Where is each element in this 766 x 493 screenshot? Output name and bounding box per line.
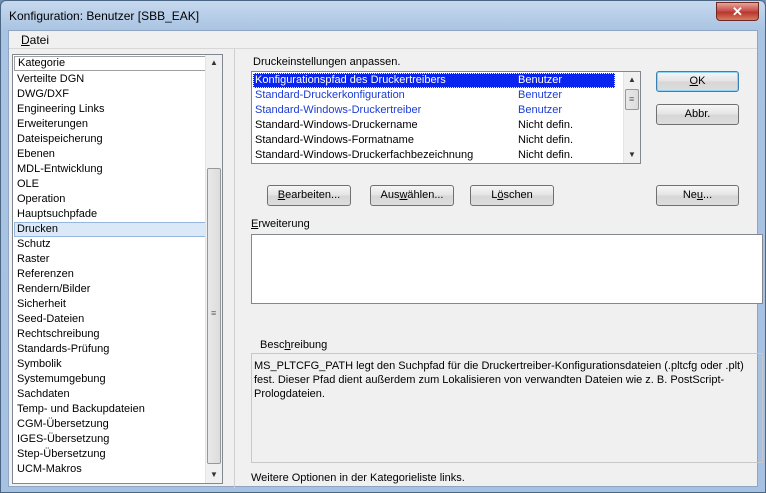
settings-row[interactable]: Standard-Windows-Formatname Nicht defin.	[253, 133, 615, 148]
category-item[interactable]: OLE	[14, 177, 206, 192]
extension-label-text: rweiterung	[258, 218, 310, 230]
title-bar[interactable]: Konfiguration: Benutzer [SBB_EAK] ✕	[1, 1, 765, 31]
window-title: Konfiguration: Benutzer [SBB_EAK]	[9, 9, 200, 23]
settings-scrollbar[interactable]: ▲ ≡ ▼	[623, 72, 640, 163]
scroll-down-icon[interactable]: ▼	[206, 467, 222, 483]
category-item[interactable]: Rendern/Bilder	[14, 282, 206, 297]
delete-button[interactable]: Löschen	[470, 185, 554, 206]
category-item[interactable]: Schutz	[14, 237, 206, 252]
setting-value: Benutzer	[518, 89, 563, 101]
category-scrollbar[interactable]: ▲ ≡ ▼	[205, 55, 222, 483]
description-text: MS_PLTCFG_PATH legt den Suchpfad für die…	[254, 360, 744, 400]
setting-name: Standard-Windows-Formatname	[255, 134, 414, 146]
select-label-pre: Aus	[380, 189, 400, 201]
category-item[interactable]: Referenzen	[14, 267, 206, 282]
category-item[interactable]: Operation	[14, 192, 206, 207]
scrollbar-thumb[interactable]: ≡	[207, 168, 221, 464]
category-item[interactable]: Verteilte DGN	[14, 72, 206, 87]
category-item[interactable]: MDL-Entwicklung	[14, 162, 206, 177]
setting-value: Nicht defin.	[518, 119, 574, 131]
category-column-header[interactable]: Kategorie	[14, 56, 206, 71]
menu-file[interactable]: Datei	[21, 33, 49, 47]
settings-row[interactable]: Standard-Druckerkonfiguration Benutzer	[253, 88, 615, 103]
category-item[interactable]: Raster	[14, 252, 206, 267]
setting-name: Standard-Windows-Druckertreiber	[255, 104, 422, 116]
settings-row[interactable]: Standard-Windows-Druckername Nicht defin.	[253, 118, 615, 133]
footer-hint: Weitere Optionen in der Kategorieliste l…	[251, 472, 465, 484]
new-label-pre: Ne	[682, 189, 697, 201]
category-item[interactable]: Hauptsuchpfade	[14, 207, 206, 222]
ok-mnemonic: O	[689, 75, 699, 87]
category-item[interactable]: Temp- und Backupdateien	[14, 402, 206, 417]
extension-label: Erweiterung	[251, 218, 310, 230]
description-label: Beschreibung	[258, 339, 330, 351]
dialog-client: Datei Kategorie Verteilte DGN DWG/DXF Engi…	[8, 30, 763, 488]
category-item[interactable]: Dateispeicherung	[14, 132, 206, 147]
category-item[interactable]: Standards-Prüfung	[14, 342, 206, 357]
setting-value: Benutzer	[518, 74, 563, 86]
menu-file-mnemonic: D	[21, 33, 30, 47]
scroll-down-icon[interactable]: ▼	[624, 147, 640, 163]
ok-button[interactable]: OK	[656, 71, 739, 92]
category-item[interactable]: Sicherheit	[14, 297, 206, 312]
category-item[interactable]: IGES-Übersetzung	[14, 432, 206, 447]
setting-name: Standard-Druckerkonfiguration	[255, 89, 405, 101]
select-button[interactable]: Auswählen...	[370, 185, 454, 206]
menu-bar: Datei	[9, 31, 757, 49]
scroll-up-icon[interactable]: ▲	[624, 72, 640, 88]
new-button[interactable]: Neu...	[656, 185, 739, 206]
category-item[interactable]: Systemumgebung	[14, 372, 206, 387]
dialog-window: Konfiguration: Benutzer [SBB_EAK] ✕ Date…	[0, 0, 766, 493]
category-item[interactable]: Engineering Links	[14, 102, 206, 117]
scrollbar-thumb[interactable]: ≡	[625, 89, 639, 110]
category-list[interactable]: Kategorie Verteilte DGN DWG/DXF Engineerin…	[12, 54, 223, 484]
grip-icon: ≡	[629, 94, 635, 104]
edit-label: earbeiten...	[285, 189, 341, 201]
settings-row[interactable]: Standard-Windows-Druckerfachbezeichnung N…	[253, 148, 615, 163]
setting-value: Nicht defin.	[518, 134, 574, 146]
category-item[interactable]: Rechtschreibung	[14, 327, 206, 342]
scroll-up-icon[interactable]: ▲	[206, 55, 222, 71]
setting-name: Standard-Windows-Druckername	[255, 119, 418, 131]
pane-divider[interactable]	[234, 49, 235, 488]
category-item[interactable]: UCM-Makros	[14, 462, 206, 477]
setting-name: Konfigurationspfad des Druckertreibers	[255, 74, 446, 86]
cancel-button[interactable]: Abbr.	[656, 104, 739, 125]
settings-list[interactable]: Konfigurationspfad des Druckertreibers Be…	[251, 71, 641, 164]
ok-label: K	[698, 75, 706, 87]
menu-file-label: atei	[29, 33, 50, 47]
setting-name: Standard-Windows-Druckerfachbezeichnung	[255, 149, 474, 161]
category-item[interactable]: Sachdaten	[14, 387, 206, 402]
setting-value: Nicht defin.	[518, 149, 574, 161]
category-item[interactable]: DWG/DXF	[14, 87, 206, 102]
settings-heading: Druckeinstellungen anpassen.	[253, 56, 401, 68]
settings-row[interactable]: Konfigurationspfad des Druckertreibers Be…	[253, 73, 615, 88]
close-button[interactable]: ✕	[716, 2, 759, 21]
category-item[interactable]: Symbolik	[14, 357, 206, 372]
category-items: Verteilte DGN DWG/DXF Engineering Links Erw…	[14, 72, 206, 477]
select-label: ählen...	[407, 189, 444, 201]
description-label-text: reibung	[290, 339, 328, 351]
delete-label: schen	[503, 189, 533, 201]
category-item[interactable]: Ebenen	[14, 147, 206, 162]
edit-button[interactable]: Bearbeiten...	[267, 185, 351, 206]
category-item[interactable]: Seed-Dateien	[14, 312, 206, 327]
close-icon: ✕	[732, 4, 743, 19]
category-item[interactable]: Erweiterungen	[14, 117, 206, 132]
category-item[interactable]: Step-Übersetzung	[14, 447, 206, 462]
setting-value: Benutzer	[518, 104, 563, 116]
grip-icon: ≡	[211, 308, 217, 318]
description-label-pre: Besc	[260, 339, 285, 351]
category-item[interactable]: Drucken	[14, 222, 206, 237]
settings-row[interactable]: Standard-Windows-Druckertreiber Benutzer	[253, 103, 615, 118]
extension-field[interactable]	[251, 234, 763, 304]
category-item[interactable]: CGM-Übersetzung	[14, 417, 206, 432]
new-label: ...	[703, 189, 713, 201]
